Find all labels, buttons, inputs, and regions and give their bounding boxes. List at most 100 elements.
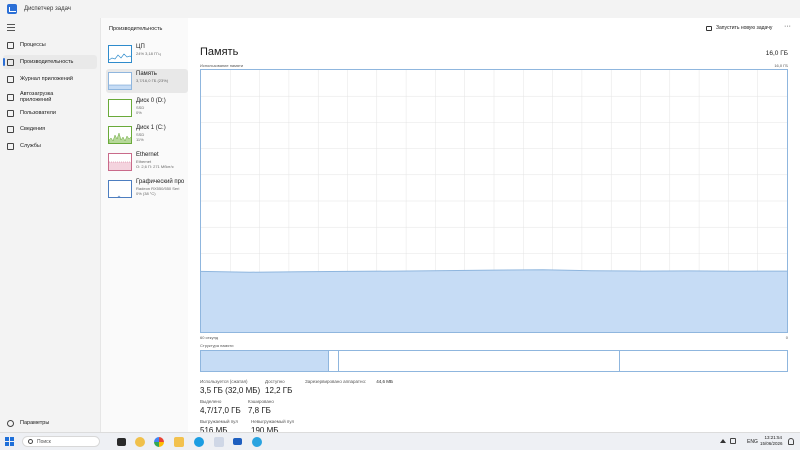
file-explorer-icon[interactable] xyxy=(174,437,184,447)
stat-label: Выделено xyxy=(200,399,222,404)
x-axis-start-label: 60 секунд xyxy=(200,335,219,340)
hamburger-menu-icon[interactable] xyxy=(7,24,15,31)
perf-item-cpu[interactable]: ЦП 24% 3,18 ГГц xyxy=(106,42,188,66)
processes-icon xyxy=(7,41,14,49)
edge-icon[interactable] xyxy=(194,437,204,447)
disk0-graph-thumbnail xyxy=(108,99,132,117)
run-new-task-button[interactable]: Запустить новую задачу xyxy=(706,25,772,31)
memory-detail-panel: Запустить новую задачу ··· Память 16,0 Г… xyxy=(188,18,800,435)
task-manager-window: Диспетчер задач Процессы Производительно… xyxy=(0,0,800,435)
store-icon[interactable] xyxy=(214,437,224,447)
perf-item-ethernet[interactable]: Ethernet Ethernet О: 2,6 П: 271 Мбит/с xyxy=(106,150,188,174)
stat-value: 3,5 ГБ (32,0 МБ) xyxy=(200,386,261,395)
nav-item-label: Процессы xyxy=(20,42,46,48)
stat-label: Зарезервировано аппаратно: xyxy=(305,379,367,384)
stat-label: Выгружаемый пул xyxy=(200,419,238,424)
memory-composition-bar xyxy=(200,350,788,372)
memory-composition-label: Структура памяти xyxy=(200,343,234,348)
widgets-icon[interactable] xyxy=(135,437,145,447)
language-indicator[interactable]: ENG xyxy=(747,439,758,445)
ethernet-graph-thumbnail xyxy=(108,153,132,171)
perf-item-detail: О: 2,6 П: 271 Мбит/с xyxy=(136,164,174,169)
perf-item-name: Память xyxy=(136,71,157,77)
disk1-graph-thumbnail xyxy=(108,126,132,144)
nav-item-label: Журнал приложений xyxy=(20,76,73,82)
gpu-graph-thumbnail xyxy=(108,180,132,198)
stat-value: 44,6 МБ xyxy=(376,379,393,384)
perf-item-detail: 11% xyxy=(136,137,144,142)
nav-item-performance[interactable]: Производительность xyxy=(3,55,97,69)
page-title: Память xyxy=(200,46,239,58)
notification-bell-icon[interactable] xyxy=(788,438,794,445)
perf-item-name: Графический про xyxy=(136,179,185,185)
taskbar-search[interactable]: Поиск xyxy=(22,436,100,447)
nav-item-startup-apps[interactable]: Автозагрузка приложений xyxy=(3,88,97,106)
task-view-icon[interactable] xyxy=(117,438,126,446)
search-icon xyxy=(28,439,33,444)
windows-logo-icon xyxy=(5,437,9,441)
search-placeholder: Поиск xyxy=(37,438,51,445)
nav-item-app-history[interactable]: Журнал приложений xyxy=(3,72,97,86)
show-hidden-icons-icon[interactable] xyxy=(720,439,726,443)
stat-value: 12,2 ГБ xyxy=(265,386,293,395)
chrome-icon[interactable] xyxy=(154,437,164,447)
nav-item-users[interactable]: Пользователи xyxy=(3,106,97,120)
services-icon xyxy=(7,142,14,150)
stat-available: Доступно 12,2 ГБ xyxy=(265,379,292,395)
gear-icon xyxy=(7,419,14,427)
nav-item-label: Службы xyxy=(20,143,41,149)
stat-cached: Кэшировано 7,8 ГБ xyxy=(248,399,274,415)
perf-item-disk1[interactable]: Диск 1 (C:) SSD 11% xyxy=(106,123,188,147)
perf-item-gpu[interactable]: Графический про Radeon RX550/550 Seri 0%… xyxy=(106,177,188,201)
clock[interactable]: 13:21:54 15/06/2026 xyxy=(760,435,783,447)
more-options-icon[interactable]: ··· xyxy=(784,23,791,30)
composition-standby xyxy=(339,351,620,371)
perf-item-disk0[interactable]: Диск 0 (D:) SSD 0% xyxy=(106,96,188,120)
nav-item-services[interactable]: Службы xyxy=(3,139,97,153)
cpu-graph-thumbnail xyxy=(108,45,132,63)
perf-item-name: Диск 1 (C:) xyxy=(136,125,166,131)
telegram-icon[interactable] xyxy=(252,437,262,447)
perf-item-name: Диск 0 (D:) xyxy=(136,98,166,104)
composition-free xyxy=(620,351,787,371)
memory-graph-thumbnail xyxy=(108,72,132,90)
stat-label: Невыгружаемый пул xyxy=(251,419,295,424)
windows-logo-tile xyxy=(5,442,9,446)
composition-in-use xyxy=(201,351,329,371)
stat-committed: Выделено 4,7/17,0 ГБ xyxy=(200,399,241,415)
command-bar: Запустить новую задачу ··· xyxy=(188,18,800,40)
stat-in-use: Используется (сжатая) 3,5 ГБ (32,0 МБ) xyxy=(200,379,260,395)
performance-icon xyxy=(7,58,14,66)
performance-pane: Производительность ЦП 24% 3,18 ГГц Памят… xyxy=(100,18,188,432)
network-icon[interactable] xyxy=(730,438,736,444)
left-navigation: Процессы Производительность Журнал прило… xyxy=(0,18,100,432)
details-icon xyxy=(7,125,14,133)
nav-item-label: Автозагрузка приложений xyxy=(20,91,54,103)
new-task-icon xyxy=(706,25,712,31)
perf-item-detail: 0% (38 °C) xyxy=(136,191,156,196)
stat-label: Доступно xyxy=(265,379,285,384)
nav-item-label: Сведения xyxy=(20,126,46,132)
stat-value: 7,8 ГБ xyxy=(248,406,271,415)
usage-chart-label: Использование памяти xyxy=(200,63,244,68)
settings-label: Параметры xyxy=(20,420,50,426)
app-history-icon xyxy=(7,75,14,83)
stat-value: 4,7/17,0 ГБ xyxy=(200,406,241,415)
nav-item-details[interactable]: Сведения xyxy=(3,122,97,136)
clock-date: 15/06/2026 xyxy=(760,441,783,446)
perf-item-detail: 3,7/16,0 ГБ (23%) xyxy=(136,78,169,83)
perf-item-memory[interactable]: Память 3,7/16,0 ГБ (23%) xyxy=(106,69,188,93)
memory-usage-svg xyxy=(200,70,788,332)
nav-item-settings[interactable]: Параметры xyxy=(3,416,49,430)
task-manager-taskbar-icon[interactable] xyxy=(233,438,242,445)
perf-item-name: Ethernet xyxy=(136,152,159,158)
usage-chart-max: 16,0 ГБ xyxy=(774,63,788,68)
nav-item-label: Производительность xyxy=(20,59,74,65)
nav-item-processes[interactable]: Процессы xyxy=(3,38,97,52)
title-bar: Диспетчер задач xyxy=(0,0,800,18)
stat-label: Кэшировано xyxy=(248,399,274,404)
stat-hardware-reserved: Зарезервировано аппаратно: 44,6 МБ xyxy=(305,379,393,384)
taskbar: Поиск ENG 13:21:54 15/06/2026 xyxy=(0,432,800,450)
memory-usage-area xyxy=(201,269,787,332)
start-button[interactable] xyxy=(5,437,14,446)
